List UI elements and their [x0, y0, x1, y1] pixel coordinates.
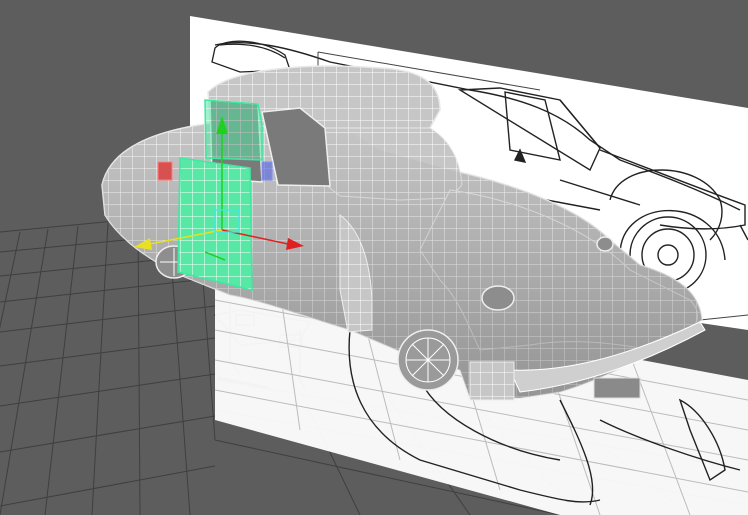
headlight-right — [596, 236, 614, 252]
front-corner-block — [469, 361, 515, 401]
front-wheel — [397, 329, 459, 391]
3d-viewport[interactable] — [0, 0, 748, 515]
headlight-left — [481, 285, 515, 311]
viewport-canvas[interactable] — [0, 0, 748, 515]
gizmo-blue-handle[interactable] — [261, 161, 273, 181]
license-plate — [593, 377, 641, 399]
gizmo-red-handle[interactable] — [157, 161, 173, 181]
